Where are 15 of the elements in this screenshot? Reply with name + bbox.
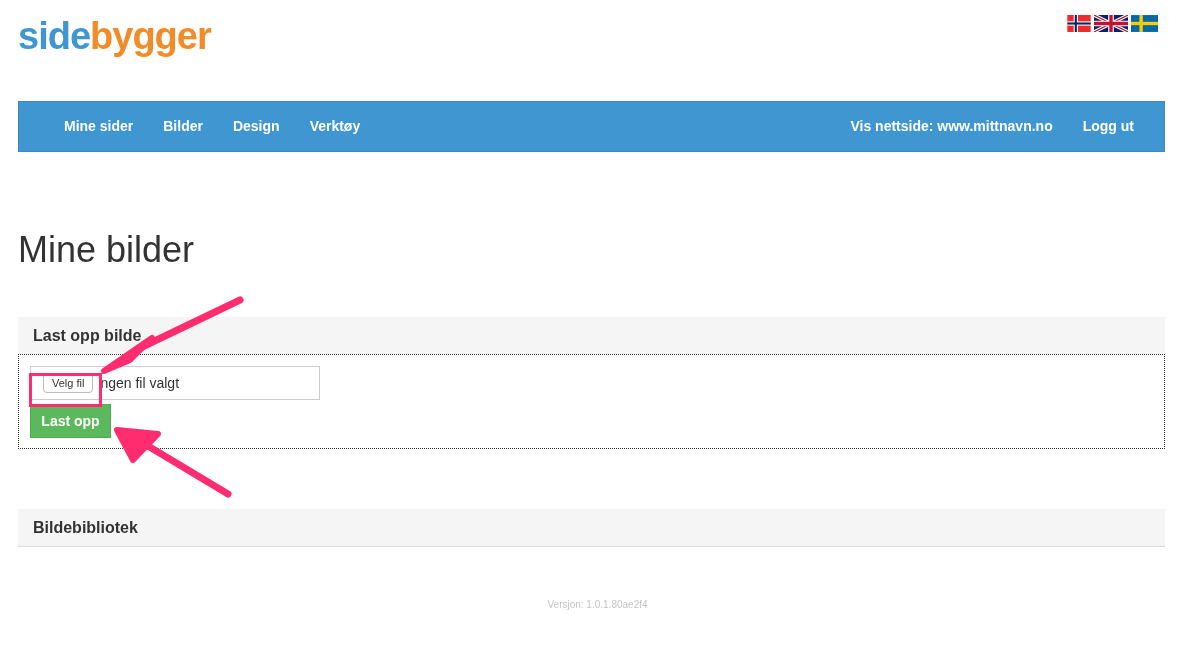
nav-link[interactable]: Logg ut	[1052, 116, 1134, 137]
panel-title: Last opp bilde	[33, 325, 142, 346]
page-title: Mine bilder	[18, 232, 196, 268]
nav-link[interactable]: Verktøy	[294, 116, 376, 137]
nav-link[interactable]: Mine sider	[49, 116, 149, 137]
uk-flag-icon[interactable]	[1094, 15, 1128, 32]
upload-button[interactable]: Last opp	[30, 404, 111, 438]
panel-title: Bildebibliotek	[33, 517, 138, 538]
norway-flag-icon[interactable]	[1067, 15, 1091, 32]
version-text: Versjon: 1.0.1.80ae2f4	[547, 598, 648, 612]
nav-link[interactable]: Design	[217, 116, 295, 137]
nav-link[interactable]: Vis nettside: www.mittnavn.no	[820, 116, 1053, 137]
nav-link[interactable]: Bilder	[148, 116, 218, 137]
sweden-flag-icon[interactable]	[1131, 15, 1158, 32]
logo[interactable]: sidebygger	[18, 17, 211, 55]
